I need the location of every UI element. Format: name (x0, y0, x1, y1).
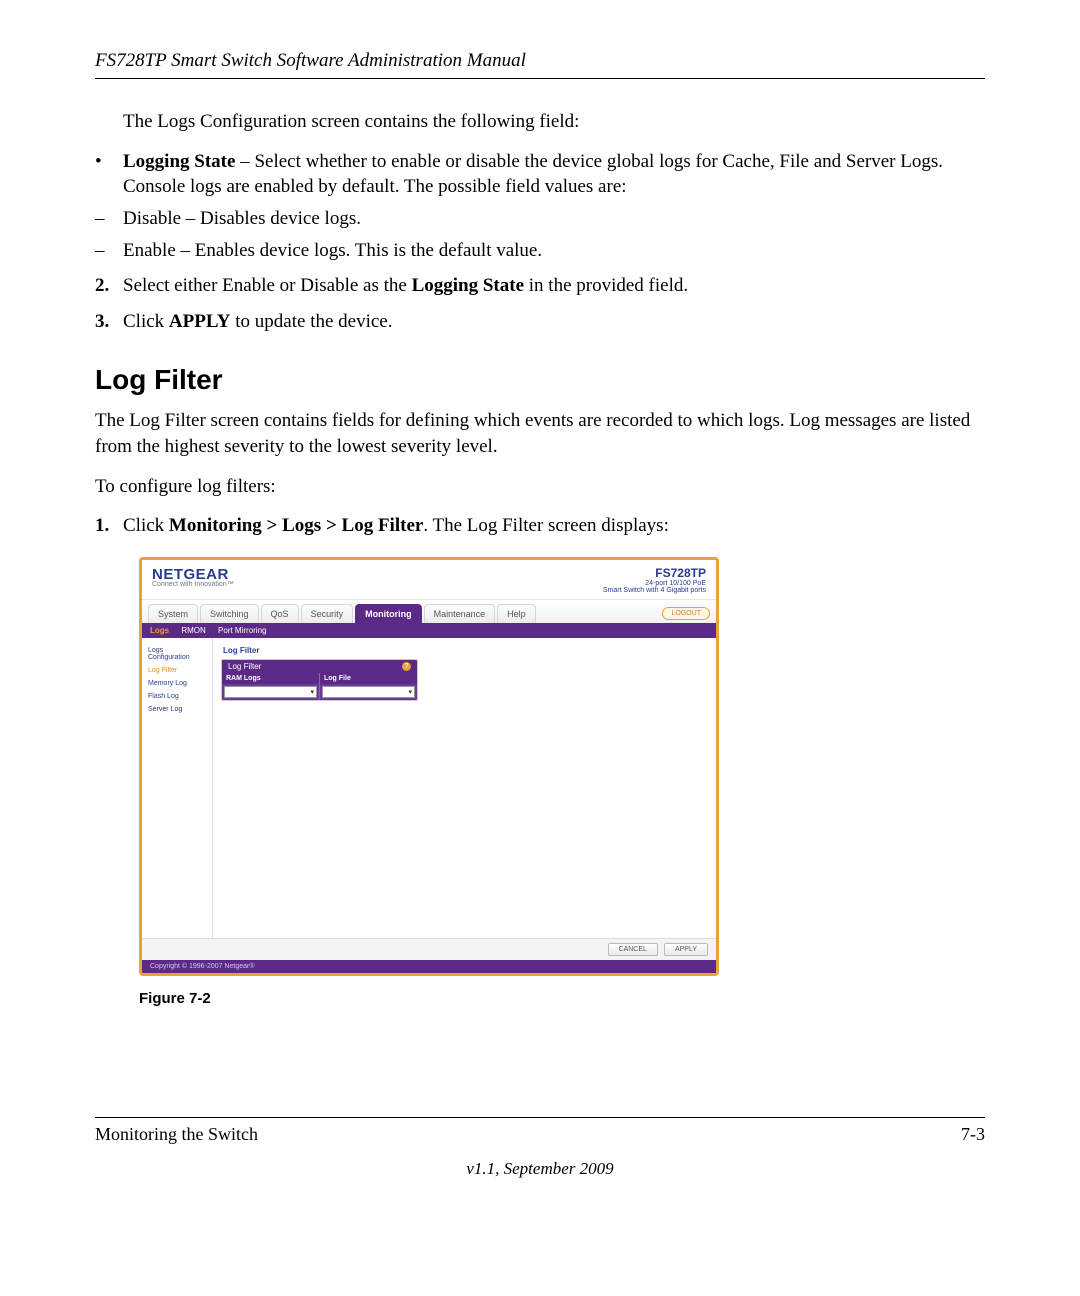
tab-qos[interactable]: QoS (261, 604, 299, 623)
chevron-down-icon: ▾ (408, 688, 412, 696)
tab-monitoring[interactable]: Monitoring (355, 604, 422, 623)
logging-state-label: Logging State (123, 151, 235, 172)
step2-text: Select either Enable or Disable as the L… (123, 273, 985, 299)
log-file-select[interactable]: ▾ (322, 686, 415, 698)
step-num-3: 3. (95, 309, 123, 335)
section-p2: To configure log filters: (95, 474, 985, 500)
figure-screenshot: NETGEAR Connect with Innovation™ FS728TP… (139, 557, 719, 1007)
subtab-logs[interactable]: Logs (150, 626, 169, 635)
tab-maintenance[interactable]: Maintenance (424, 604, 496, 623)
logging-state-desc: – Select whether to enable or disable th… (123, 151, 943, 198)
copyright-text: Copyright © 1996-2007 Netgear® (142, 960, 716, 973)
tab-switching[interactable]: Switching (200, 604, 259, 623)
opt-enable: Enable – Enables device logs. This is th… (123, 238, 985, 264)
col-ram-logs: RAM Logs (222, 673, 319, 684)
section-heading: Log Filter (95, 364, 985, 396)
figure-caption: Figure 7-2 (139, 990, 719, 1007)
sidebar-logs-configuration[interactable]: Logs Configuration (142, 644, 212, 664)
footer-version: v1.1, September 2009 (95, 1159, 985, 1179)
step1-text: Click Monitoring > Logs > Log Filter. Th… (123, 513, 985, 539)
section-p1: The Log Filter screen contains fields fo… (95, 408, 985, 459)
apply-button[interactable]: APPLY (664, 943, 708, 956)
tab-help[interactable]: Help (497, 604, 536, 623)
sidebar-server-log[interactable]: Server Log (142, 703, 212, 716)
logging-state-line: Logging State – Select whether to enable… (123, 149, 985, 200)
sidebar-log-filter[interactable]: Log Filter (142, 664, 212, 677)
step3-text: Click APPLY to update the device. (123, 309, 985, 335)
step-num-2: 2. (95, 273, 123, 299)
logout-button[interactable]: LOGOUT (662, 607, 710, 620)
col-log-file: Log File (320, 673, 417, 684)
intro-text: The Logs Configuration screen contains t… (123, 109, 985, 135)
help-icon[interactable]: ? (402, 662, 411, 671)
panel-title: Log Filter (223, 646, 708, 655)
footer-right: 7-3 (961, 1124, 985, 1145)
model-desc1: 24-port 10/100 PoE (603, 580, 706, 587)
tab-security[interactable]: Security (301, 604, 354, 623)
brand-tagline: Connect with Innovation™ (152, 581, 234, 588)
cancel-button[interactable]: CANCEL (608, 943, 658, 956)
footer-left: Monitoring the Switch (95, 1124, 258, 1145)
sidebar-flash-log[interactable]: Flash Log (142, 690, 212, 703)
ram-logs-select[interactable]: ▾ (224, 686, 317, 698)
subtab-port-mirroring[interactable]: Port Mirroring (218, 626, 266, 635)
subtab-rmon[interactable]: RMON (181, 626, 205, 635)
dash-mark: – (95, 206, 123, 232)
page-header-title: FS728TP Smart Switch Software Administra… (95, 50, 526, 71)
opt-disable: Disable – Disables device logs. (123, 206, 985, 232)
sidebar-memory-log[interactable]: Memory Log (142, 677, 212, 690)
dash-mark: – (95, 238, 123, 264)
panel-heading: Log Filter (228, 662, 261, 671)
chevron-down-icon: ▾ (310, 688, 314, 696)
step-num-1: 1. (95, 513, 123, 539)
bullet-mark: • (95, 149, 123, 200)
model-desc2: Smart Switch with 4 Gigabit ports (603, 587, 706, 594)
model-name: FS728TP (603, 566, 706, 580)
tab-system[interactable]: System (148, 604, 198, 623)
